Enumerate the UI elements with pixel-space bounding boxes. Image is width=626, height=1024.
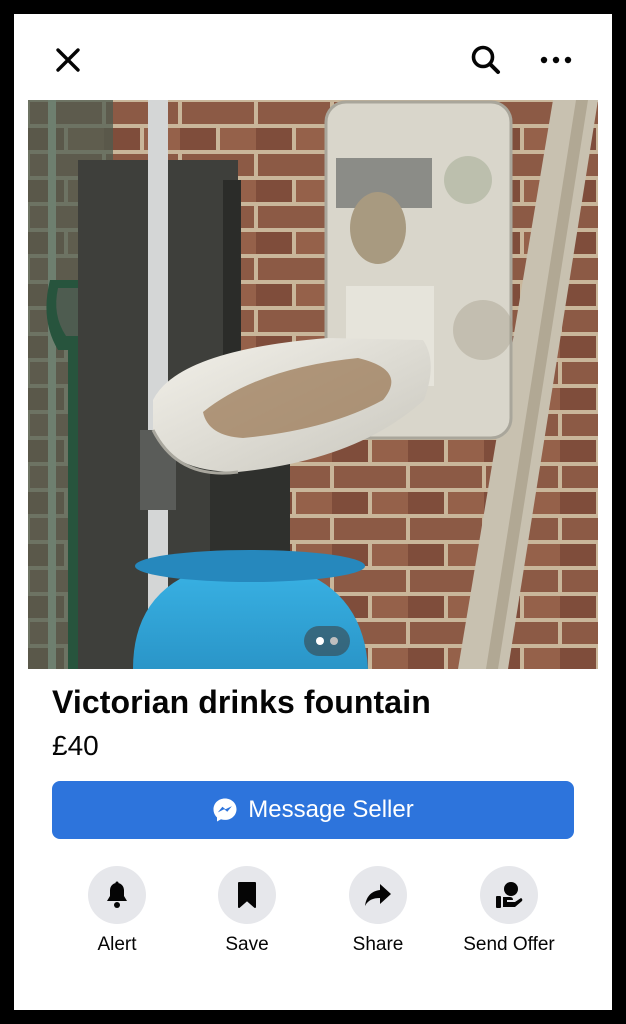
- offer-hand-icon: [496, 882, 523, 908]
- alert-label: Alert: [97, 934, 137, 955]
- save-circle: [218, 866, 276, 924]
- share-circle: [349, 866, 407, 924]
- more-icon: [540, 56, 572, 64]
- listing-screen: Victorian drinks fountain £40 Message Se…: [14, 14, 612, 1010]
- save-button[interactable]: Save: [182, 866, 312, 956]
- share-button[interactable]: Share: [313, 866, 443, 956]
- carousel-dot-active: [316, 637, 324, 645]
- fountain-photo-illustration: [28, 100, 598, 669]
- alert-button[interactable]: Alert: [52, 866, 182, 956]
- message-seller-label: Message Seller: [248, 796, 414, 823]
- save-label: Save: [225, 934, 269, 955]
- message-seller-button[interactable]: Message Seller: [52, 781, 574, 839]
- bookmark-icon: [238, 882, 256, 908]
- messenger-icon: [213, 798, 237, 822]
- more-options-button[interactable]: [536, 42, 576, 78]
- photo-carousel-indicator[interactable]: [304, 626, 350, 656]
- close-button[interactable]: [50, 42, 86, 78]
- listing-title: Victorian drinks fountain: [52, 684, 431, 720]
- listing-photo[interactable]: [28, 100, 598, 669]
- top-bar: [14, 14, 612, 100]
- search-icon: [471, 45, 500, 74]
- send-offer-label: Send Offer: [463, 934, 555, 955]
- send-offer-circle: [480, 866, 538, 924]
- search-button[interactable]: [468, 42, 504, 78]
- listing-price: £40: [52, 730, 99, 761]
- close-icon: [56, 48, 80, 72]
- share-arrow-icon: [365, 884, 391, 906]
- carousel-dot: [330, 637, 338, 645]
- alert-circle: [88, 866, 146, 924]
- bell-icon: [107, 881, 127, 908]
- share-label: Share: [352, 934, 404, 955]
- send-offer-button[interactable]: Send Offer: [444, 866, 574, 956]
- action-row: Alert Save Share Send Offer: [14, 866, 612, 966]
